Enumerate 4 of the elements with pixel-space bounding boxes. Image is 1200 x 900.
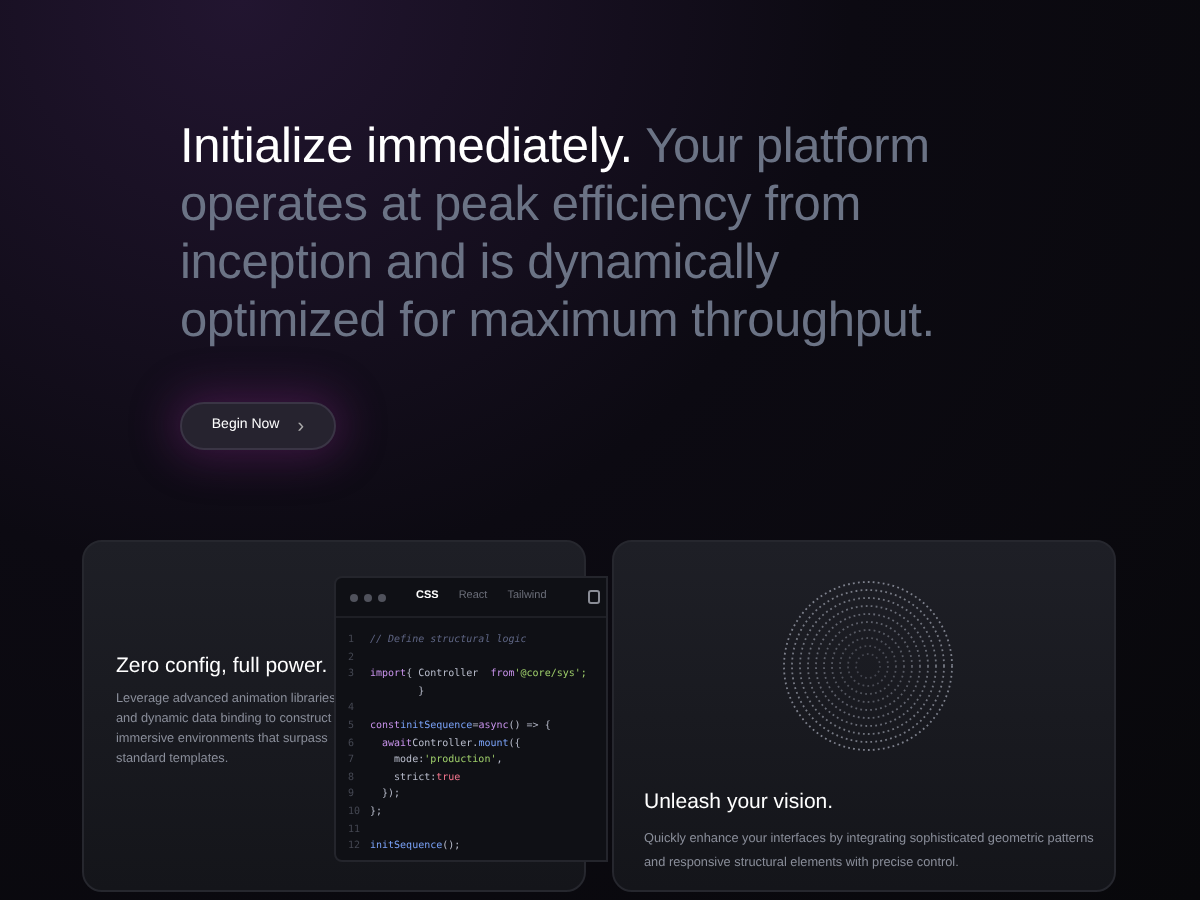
card-title: Zero config, full power.	[116, 652, 328, 682]
headline: Initialize immediately. Your platform operates at peak efficiency from inception and is dynamically optimized for maximum throughput.	[180, 118, 937, 350]
card-title: Unleash your vision.	[644, 788, 834, 818]
copy-icon[interactable]	[588, 590, 600, 604]
